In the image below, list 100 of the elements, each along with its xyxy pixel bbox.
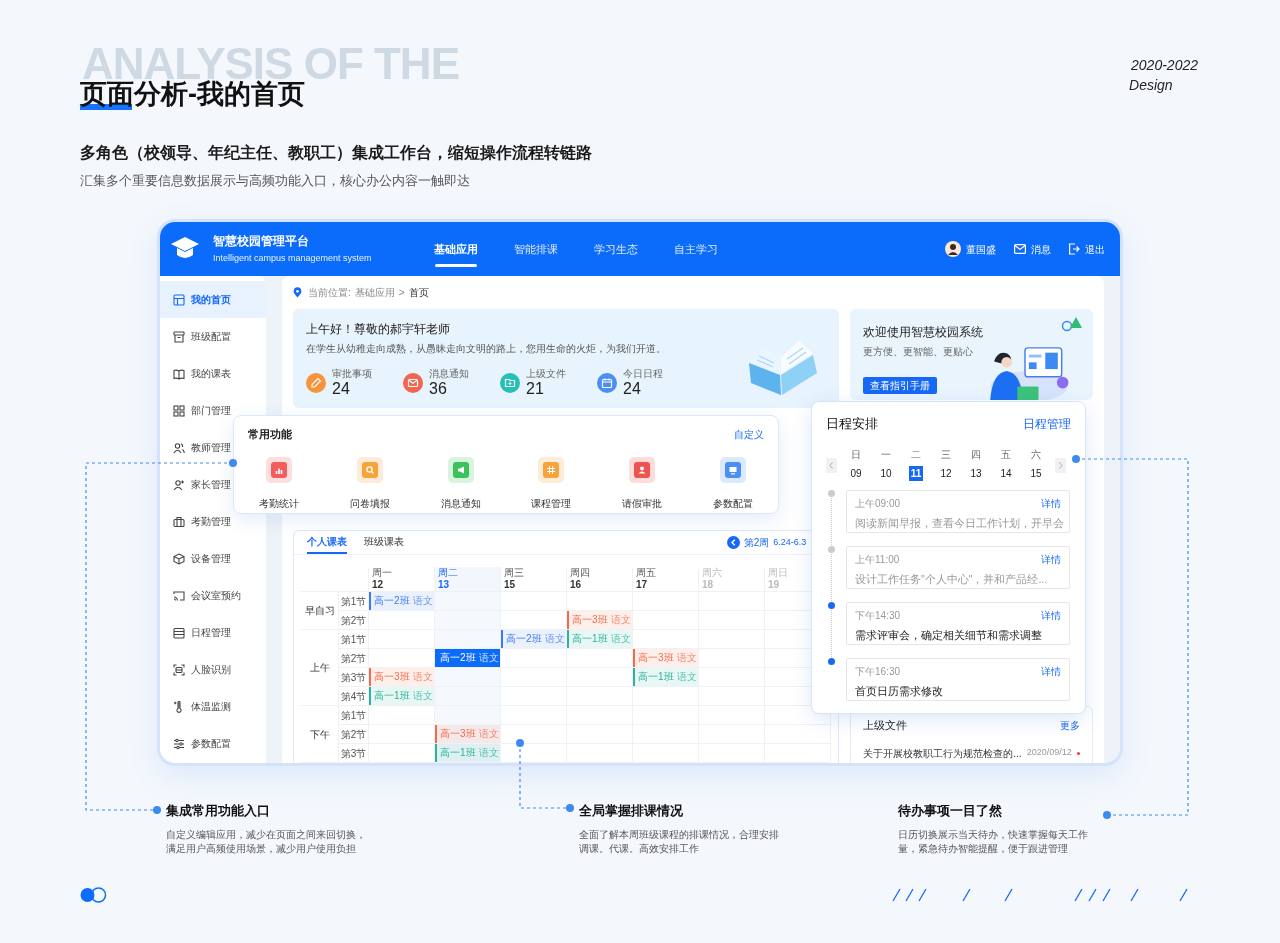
annotation-text: 日历切换展示当天待办，快速掌握每天工作量，紧急待办智能提醒，便于跟进管理 [898, 828, 1089, 856]
stat-label: 消息通知 [429, 368, 469, 380]
calendar-icon [173, 626, 185, 639]
stat-value: 21 [526, 380, 545, 398]
event-time: 上午11:00 [855, 552, 900, 567]
details-link[interactable]: 详情 [1041, 663, 1061, 679]
weekday-label: 周四 [570, 567, 591, 579]
monitor-icon [719, 456, 746, 483]
table-cell [501, 668, 567, 687]
class-name: 高一3班 [572, 615, 608, 625]
sidebar-item[interactable]: 部门管理 [160, 392, 266, 429]
calendar-day[interactable]: 四 13 [961, 447, 991, 481]
date-label: 15 [504, 579, 517, 591]
stat-label: 今日日程 [623, 368, 663, 380]
nav-tab[interactable]: 基础应用 [434, 222, 478, 276]
sidebar-item[interactable]: 我的课表 [160, 355, 266, 392]
sidebar-item[interactable]: 人脸识别 [160, 651, 266, 688]
stat-value: 36 [429, 380, 448, 398]
period-cell: 第1节 [339, 706, 369, 725]
sidebar-item[interactable]: 设备管理 [160, 540, 266, 577]
subject-name: 语文 [412, 691, 433, 701]
nav-tab[interactable]: 智能排课 [514, 222, 558, 276]
avatar-icon [945, 241, 961, 257]
period-group-cell: 早自习 [301, 592, 339, 630]
calendar-day[interactable]: 一 10 [871, 447, 901, 481]
stat-value: 24 [332, 380, 351, 398]
subject-name: 语文 [412, 596, 433, 606]
quick-function-button[interactable]: 考勤统计 [234, 456, 325, 511]
document-link[interactable]: 关于开展校教职工行为规范检查的... [863, 745, 1022, 761]
subject-name: 语文 [676, 653, 697, 663]
details-link[interactable]: 详情 [1041, 551, 1061, 567]
breadcrumb-link[interactable]: 基础应用 [354, 285, 395, 300]
sidebar-item[interactable]: 班级配置 [160, 318, 266, 355]
calendar-day[interactable]: 六 15 [1021, 447, 1051, 481]
event-text: 阅读新闻早报，查看今日工作计划，开早会 [855, 515, 1061, 531]
nav-tab[interactable]: 学习生态 [594, 222, 638, 276]
quick-function-button[interactable]: 请假审批 [596, 456, 688, 511]
thermometer-icon [173, 700, 185, 713]
user-name: 董国盛 [966, 242, 996, 257]
lesson-block[interactable]: 高一2班 语文 [369, 592, 434, 610]
timetable-tab[interactable]: 个人课表 [307, 531, 347, 554]
class-name: 高一2班 [374, 596, 410, 606]
cube-icon [173, 552, 185, 565]
annotation-title: 全局掌握排课情况 [579, 802, 684, 820]
calendar-day[interactable]: 日 09 [841, 447, 871, 481]
quick-function-button[interactable]: 课程管理 [506, 456, 597, 511]
guide-button[interactable]: 查看指引手册 [863, 377, 938, 394]
logo-icon [80, 887, 107, 903]
weekday-label: 周二 [438, 567, 459, 579]
sidebar-item[interactable]: 参数配置 [160, 725, 266, 762]
annotation-text: 自定义编辑应用，减少在页面之间来回切换，满足用户高频使用场景，减少用户使用负担 [166, 828, 367, 856]
breadcrumb-link[interactable]: 首页 [408, 285, 429, 300]
class-name: 高一1班 [638, 672, 674, 682]
sidebar-item[interactable]: 体温监测 [160, 688, 266, 725]
promo-subtitle: 更方便、更智能、更贴心 [863, 345, 974, 358]
previous-week-button[interactable] [726, 536, 740, 549]
quick-function-button[interactable]: 参数配置 [687, 456, 778, 511]
logout-icon[interactable] [1068, 243, 1080, 255]
mail-icon[interactable] [1014, 244, 1026, 254]
calendar-day[interactable]: 三 12 [931, 447, 961, 481]
lesson-block[interactable]: 高一2班 语文 [435, 649, 500, 667]
subject-name: 语文 [412, 672, 433, 682]
motto: 在学生从幼稚走向成熟，从愚昧走向文明的路上，您用生命的火炬，为我们开道。 [306, 342, 667, 355]
event-time: 上午09:00 [855, 496, 901, 511]
event-time: 下午14:30 [855, 608, 901, 623]
subject-name: 语文 [544, 634, 565, 644]
table-cell [567, 687, 633, 706]
grid-icon [173, 404, 185, 417]
stat-label: 上级文件 [526, 368, 566, 380]
customize-link[interactable]: 自定义 [734, 426, 764, 442]
period-cell: 第2节 [339, 611, 369, 630]
sidebar-item[interactable]: 日程管理 [160, 614, 266, 651]
briefcase-icon [173, 515, 185, 528]
weekday-label: 周一 [372, 567, 393, 579]
period-group-cell: 上午 [301, 630, 339, 706]
promo-title: 欢迎使用智慧校园系统 [863, 324, 984, 341]
nav-tab[interactable]: 自主学习 [674, 222, 718, 276]
calendar-day[interactable]: 五 14 [991, 447, 1021, 481]
details-link[interactable]: 详情 [1041, 495, 1061, 511]
sidebar-item[interactable]: 我的首页 [160, 281, 266, 318]
period-group-cell: 下午 [301, 706, 339, 763]
period-cell: 第3节 [339, 668, 369, 687]
bar-chart-icon [266, 456, 293, 483]
messages-link[interactable]: 消息 [1031, 241, 1051, 257]
details-link[interactable]: 详情 [1041, 607, 1061, 623]
weekday-label: 周三 [504, 567, 525, 579]
subject-name: 语文 [478, 748, 499, 758]
quick-function-button[interactable]: 问卷填报 [324, 456, 416, 511]
calendar-day[interactable]: 二 11 [901, 447, 931, 481]
period-cell: 第2节 [339, 649, 369, 668]
class-name: 高一1班 [374, 691, 410, 701]
logout-link[interactable]: 退出 [1085, 241, 1105, 257]
annotation-title: 集成常用功能入口 [166, 802, 271, 820]
schedule-manage-link[interactable]: 日程管理 [1023, 414, 1071, 433]
timetable-tab[interactable]: 班级课表 [364, 531, 404, 554]
sidebar-item[interactable]: 会议室预约 [160, 577, 266, 614]
more-link[interactable]: 更多 [1060, 717, 1080, 733]
quick-function-button[interactable]: 消息通知 [415, 456, 506, 511]
lesson-block[interactable]: 高一2班 语文 [501, 630, 566, 648]
date-label: 18 [702, 579, 715, 591]
